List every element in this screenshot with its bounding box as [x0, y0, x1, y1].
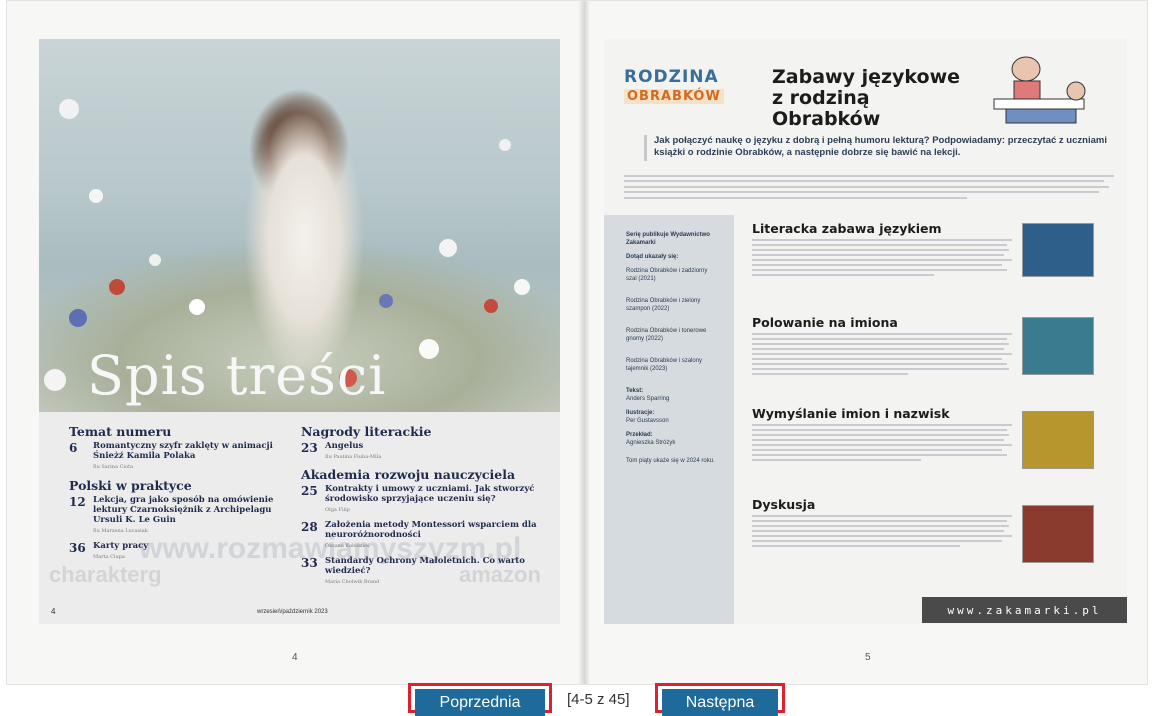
sidebar-next-part: Tom piąty ukaże się w 2024 roku.: [626, 458, 715, 464]
right-page: RODZINA OBRABKÓW Zabawy językowe z rodzi…: [604, 39, 1127, 624]
toc-page-number: 23: [301, 441, 318, 455]
toc-section-heading: Temat numeru: [69, 424, 172, 439]
section-body: [752, 239, 1012, 276]
section-heading: Wymyślanie imion i nazwisk: [752, 406, 950, 421]
book-spine-right: [584, 1, 590, 684]
article-section: Literacka zabawa językiem: [752, 221, 1012, 279]
sidebar-ill-label: Ilustracje:: [626, 410, 655, 416]
publisher-url: www.zakamarki.pl: [922, 597, 1127, 623]
toc-page-number: 28: [301, 520, 318, 534]
toc-item[interactable]: 28 Założenia metody Montessori wsparciem…: [301, 520, 551, 551]
toc-column-left: Temat numeru 6 Romantyczny szyfr zaklęty…: [69, 424, 289, 567]
article-body-text: [624, 171, 1114, 211]
toc-entry-title: Standardy Ochrony Małoletnich. Co warto …: [325, 556, 551, 587]
toc-item[interactable]: 12 Lekcja, gra jako sposób na omówienie …: [69, 495, 289, 536]
article-lead: Jak połączyć naukę o języku z dobrą i pe…: [654, 135, 1107, 158]
toc-page-number: 25: [301, 484, 318, 498]
logo-bottom-text: OBRABKÓW: [624, 89, 724, 104]
sidebar-tr-author: Agnieszka Stróżyk: [626, 440, 676, 446]
sidebar-ill-author: Per Gustavsson: [626, 418, 669, 424]
toc-entry-author: Marta Ciupa: [93, 554, 125, 560]
toc-entry-author: Ilu Paulina Fiuba-Mila: [325, 454, 382, 460]
toc-entry-author: Ilu Sarina Ciota: [93, 464, 133, 470]
toc-item[interactable]: 25 Kontrakty i umowy z uczniami. Jak stw…: [301, 484, 551, 515]
toc-page-number: 36: [69, 541, 86, 555]
next-page-button[interactable]: Następna: [662, 689, 778, 716]
page-navigation: Poprzednia [4-5 z 45] Następna: [0, 683, 1152, 716]
prev-button-highlight: Poprzednia: [408, 683, 552, 716]
logo-top-text: RODZINA: [624, 67, 719, 87]
book-cover-image: [1022, 505, 1094, 563]
magazine-viewer: Spis treści www.rozmawiamyszyzm.pl chara…: [6, 0, 1148, 685]
cover-title: Spis treści: [87, 344, 387, 407]
article-title: Zabawy językowe z rodziną Obrabków: [772, 66, 961, 130]
table-of-contents: www.rozmawiamyszyzm.pl charakterg amazon…: [39, 412, 560, 624]
toc-entry-title: Romantyczny szyfr zaklęty w animacji Śni…: [93, 441, 289, 472]
article-section: Polowanie na imiona: [752, 315, 1012, 378]
article-section: Wymyślanie imion i nazwisk: [752, 406, 1012, 464]
section-body: [752, 424, 1012, 461]
toc-section-heading: Nagrody literackie: [301, 424, 432, 439]
section-body: [752, 515, 1012, 547]
toc-item[interactable]: 6 Romantyczny szyfr zaklęty w animacji Ś…: [69, 441, 289, 472]
previous-page-button[interactable]: Poprzednia: [415, 689, 545, 716]
sidebar-book: Rodzina Obrabków i zadziorny szal (2021): [626, 268, 708, 282]
family-illustration: [993, 56, 1086, 124]
book-info-sidebar: Serię publikuje Wydawnictwo Zakamarki Do…: [604, 215, 734, 624]
sidebar-so-far: Dotąd ukazały się:: [626, 254, 679, 260]
book-cover-image: [1022, 317, 1094, 375]
sidebar-text: Serię publikuje Wydawnictwo Zakamarki Do…: [626, 225, 716, 465]
left-page: Spis treści www.rozmawiamyszyzm.pl chara…: [39, 39, 560, 624]
sidebar-series: Serię publikuje Wydawnictwo Zakamarki: [626, 232, 710, 246]
sidebar-book: Rodzina Obrabków i zielony szampon (2022…: [626, 298, 701, 312]
toc-entry-author: Ilu Marzena Lucasiak: [93, 528, 148, 534]
section-heading: Literacka zabawa językiem: [752, 221, 942, 236]
toc-entry-author: Oksana Kołodzieś: [325, 543, 370, 549]
section-heading: Polowanie na imiona: [752, 315, 898, 330]
rodzina-obrabkow-logo: RODZINA OBRABKÓW: [624, 67, 744, 115]
book-cover-image: [1022, 223, 1094, 277]
toc-entry-title: Kontrakty i umowy z uczniami. Jak stworz…: [325, 484, 551, 515]
toc-entry-title: Założenia metody Montessori wsparciem dl…: [325, 520, 551, 551]
sidebar-book: Rodzina Obrabków i szalony tajemnik (202…: [626, 358, 703, 372]
sidebar-book: Rodzina Obrabków i tonerowe gnomy (2022): [626, 328, 707, 342]
toc-entry-title: Angelus Ilu Paulina Fiuba-Mila: [325, 441, 382, 460]
sidebar-tr-label: Przekład:: [626, 432, 653, 438]
toc-section-heading: Polski w praktyce: [69, 478, 192, 493]
section-heading: Dyskusja: [752, 497, 816, 512]
page-counter: [4-5 z 45]: [567, 691, 630, 708]
toc-column-right: Nagrody literackie 23 Angelus Ilu Paulina…: [301, 424, 551, 592]
toc-entry-title: Karty pracy Marta Ciupa: [93, 541, 149, 560]
next-button-highlight: Następna: [655, 683, 785, 716]
toc-page-number: 12: [69, 495, 86, 509]
page-folio: 4: [51, 607, 56, 616]
sidebar-text-label: Tekst:: [626, 388, 644, 394]
toc-page-number: 33: [301, 556, 318, 570]
toc-entry-author: Olga Filip: [325, 507, 350, 513]
toc-entry-title: Lekcja, gra jako sposób na omówienie lek…: [93, 495, 289, 536]
toc-entry-author: Maria Cholwik Brand: [325, 579, 380, 585]
toc-item[interactable]: 23 Angelus Ilu Paulina Fiuba-Mila: [301, 441, 551, 462]
toc-section-heading: Akademia rozwoju nauczyciela: [301, 467, 516, 482]
article-section: Dyskusja: [752, 497, 1012, 550]
sidebar-text-author: Anders Sparring: [626, 396, 670, 402]
section-body: [752, 333, 1012, 375]
toc-page-number: 6: [69, 441, 78, 455]
left-page-number: 4: [292, 652, 298, 663]
issue-date: wrzesień/październik 2023: [257, 609, 328, 615]
right-page-number: 5: [865, 652, 871, 663]
book-cover-image: [1022, 411, 1094, 469]
toc-item[interactable]: 36 Karty pracy Marta Ciupa: [69, 541, 289, 562]
toc-item[interactable]: 33 Standardy Ochrony Małoletnich. Co war…: [301, 556, 551, 587]
intro-accent-bar: [644, 135, 647, 161]
